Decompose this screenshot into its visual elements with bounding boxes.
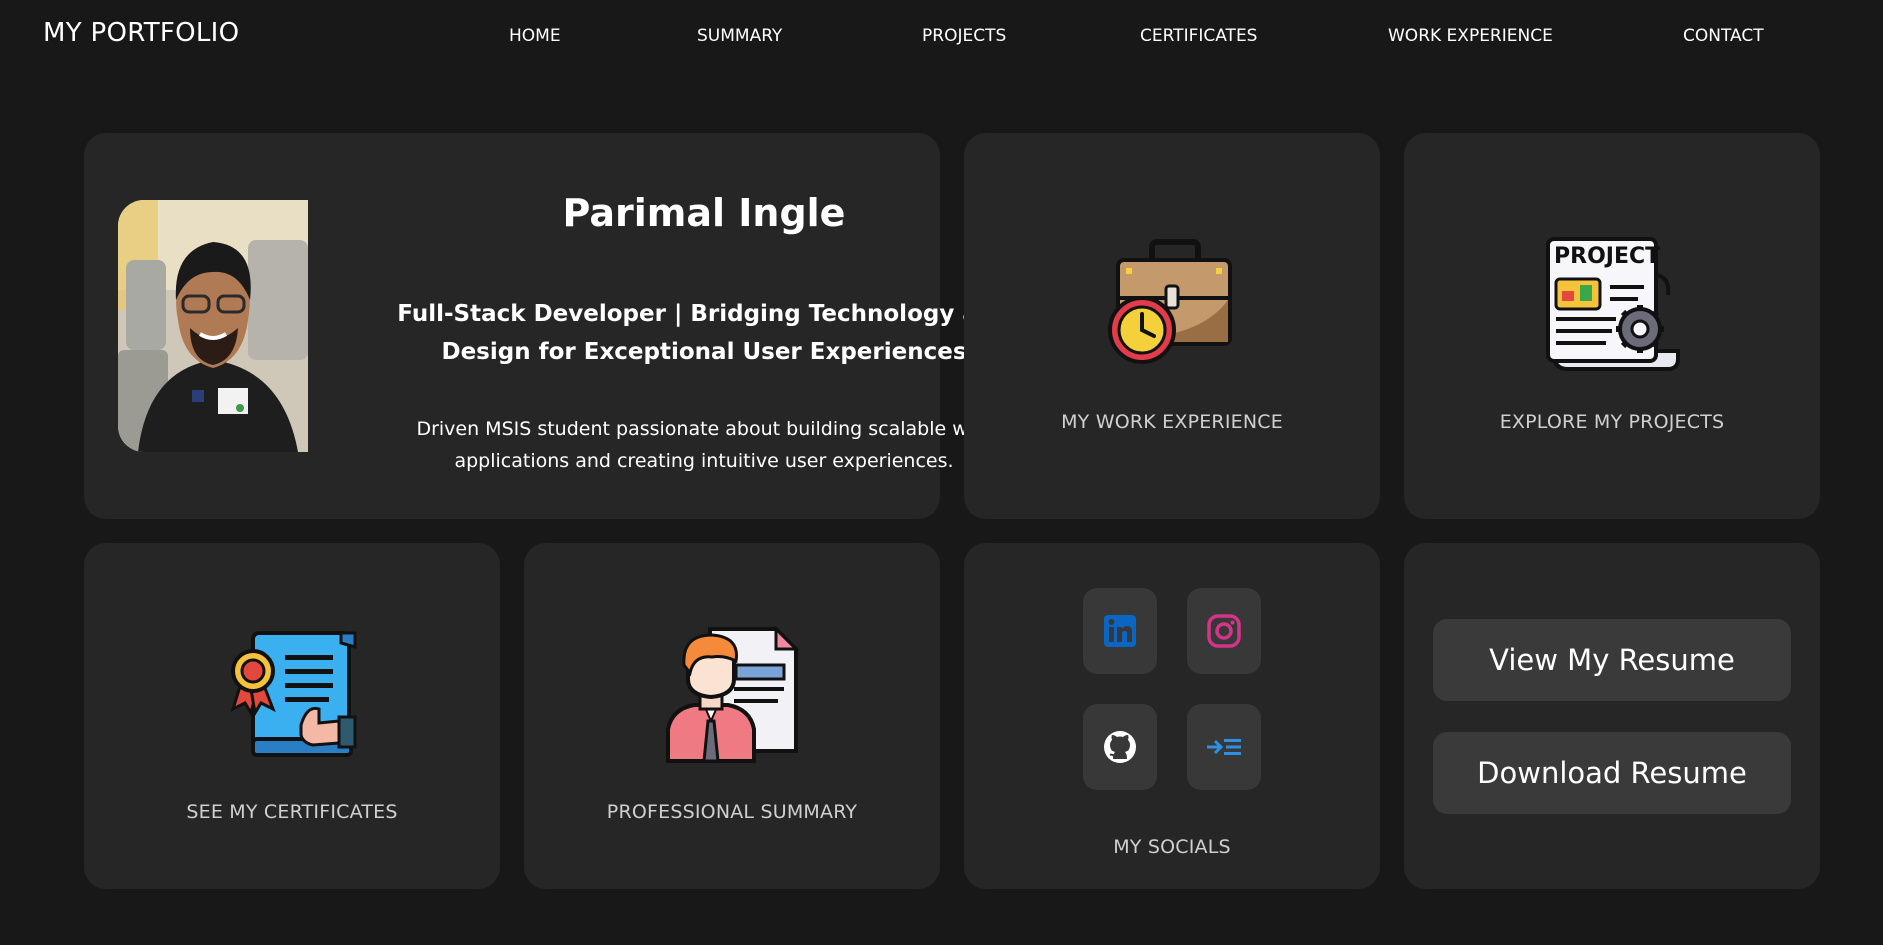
socials-label: MY SOCIALS [1113,836,1231,858]
github-button[interactable] [1083,704,1157,790]
profile-headline-line-1: Full-Stack Developer | Bridging Technolo… [397,301,1011,327]
work-experience-card[interactable]: MY WORK EXPERIENCE [964,133,1380,519]
nav-contact[interactable]: CONTACT [1683,26,1764,46]
project-document-icon: PROJECT [1544,235,1684,379]
profile-headline: Full-Stack Developer | Bridging Technolo… [334,295,1074,371]
brand-logo-text[interactable]: MY PORTFOLIO [43,18,239,48]
profile-description: Driven MSIS student passionate about bui… [334,413,1074,477]
nav-projects[interactable]: PROJECTS [922,26,1006,46]
nav-summary[interactable]: SUMMARY [697,26,782,46]
linkedin-icon [1104,615,1136,647]
briefcase-clock-icon [1104,238,1238,372]
professional-person-document-icon [664,625,804,769]
download-resume-button[interactable]: Download Resume [1433,732,1791,814]
linkedin-button[interactable] [1083,588,1157,674]
certificates-card[interactable]: SEE MY CERTIFICATES [84,543,500,889]
nav-home[interactable]: HOME [509,26,561,46]
profile-headline-line-2: Design for Exceptional User Experiences [441,339,967,365]
github-icon [1104,731,1136,763]
profile-description-line-1: Driven MSIS student passionate about bui… [416,418,992,440]
socials-card: MY SOCIALS [964,543,1380,889]
professional-summary-label: PROFESSIONAL SUMMARY [606,801,858,823]
professional-summary-card[interactable]: PROFESSIONAL SUMMARY [524,543,940,889]
profile-name: Parimal Ingle [562,191,846,235]
certificate-icon [229,629,361,763]
nav-work-experience[interactable]: WORK EXPERIENCE [1388,26,1553,46]
instagram-icon [1207,614,1241,648]
profile-photo [118,200,308,452]
projects-label: EXPLORE MY PROJECTS [1499,411,1725,433]
view-resume-button[interactable]: View My Resume [1433,619,1791,701]
project-icon-text: PROJECT [1554,244,1660,269]
nav-certificates[interactable]: CERTIFICATES [1140,26,1257,46]
profile-description-line-2: applications and creating intuitive user… [454,450,954,472]
link-button[interactable] [1187,704,1261,790]
work-experience-label: MY WORK EXPERIENCE [1061,411,1283,433]
link-arrow-icon [1207,739,1241,755]
profile-card: Parimal Ingle Full-Stack Developer | Bri… [84,133,1011,519]
resume-card: View My Resume Download Resume [1404,543,1820,889]
instagram-button[interactable] [1187,588,1261,674]
certificates-label: SEE MY CERTIFICATES [186,801,398,823]
top-navbar: MY PORTFOLIO HOME SUMMARY PROJECTS CERTI… [0,0,1883,72]
projects-card[interactable]: PROJECT EXPLORE MY PROJECTS [1404,133,1820,519]
